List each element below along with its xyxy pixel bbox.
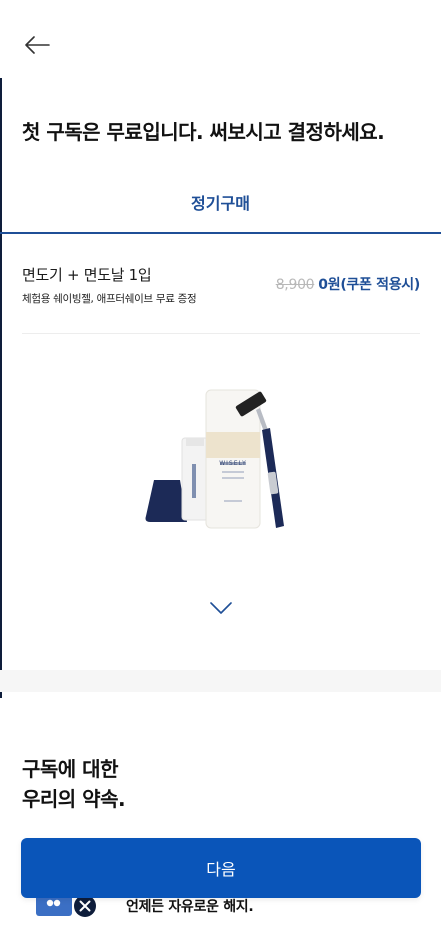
promise-title: 구독에 대한 우리의 약속. (22, 754, 126, 814)
promise-title-line2: 우리의 약속. (22, 787, 126, 811)
promise-item-text: 언제든 자유로운 해지. (126, 899, 254, 915)
tab-bar: 정기구매 (0, 172, 441, 234)
product-name: 면도기 + 면도날 1입 (22, 266, 152, 284)
original-price: 8,900 (275, 277, 315, 293)
screen-edge-line (0, 78, 2, 698)
tab-subscription[interactable]: 정기구매 (0, 190, 441, 214)
package-brand-text: WISELY (219, 460, 247, 467)
product-image: WISELY (130, 376, 310, 544)
arrow-left-icon (25, 36, 50, 54)
next-button[interactable]: 다음 (21, 838, 421, 898)
product-option[interactable]: 면도기 + 면도날 1입 체험용 쉐이빙젤, 애프터쉐이브 무료 증정 8,90… (22, 262, 420, 334)
expand-button[interactable] (206, 596, 236, 620)
subscription-page: 첫 구독은 무료입니다. 써보시고 결정하세요. 정기구매 면도기 + 면도날 … (0, 0, 441, 936)
promise-title-line1: 구독에 대한 (22, 757, 118, 781)
page-headline: 첫 구독은 무료입니다. 써보시고 결정하세요. (22, 120, 385, 144)
final-price: 0원(쿠폰 적용시) (318, 277, 420, 293)
price: 8,900 0원(쿠폰 적용시) (275, 274, 421, 294)
chevron-down-icon (210, 602, 232, 614)
back-button[interactable] (20, 28, 54, 62)
section-divider (0, 670, 441, 692)
product-description: 체험용 쉐이빙젤, 애프터쉐이브 무료 증정 (22, 293, 197, 305)
